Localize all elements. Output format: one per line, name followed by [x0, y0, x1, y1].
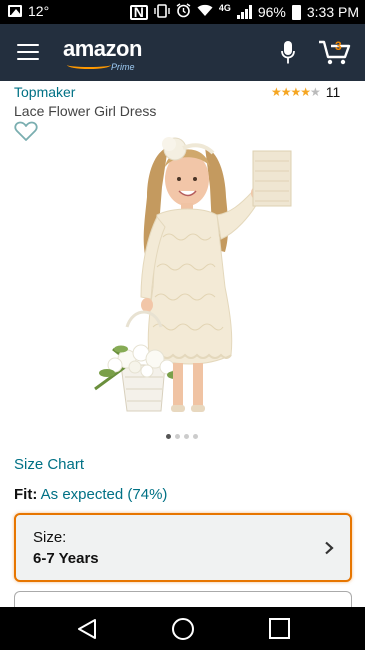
fit-label: Fit: — [14, 486, 38, 503]
recents-icon[interactable] — [269, 618, 290, 639]
size-selector-value: 6-7 Years — [33, 550, 99, 567]
carousel-dot[interactable] — [175, 434, 180, 439]
rating-stars: ★★★★★ — [271, 85, 321, 99]
home-icon[interactable] — [172, 618, 194, 640]
carousel-dot[interactable] — [184, 434, 189, 439]
carousel-dot[interactable] — [166, 434, 171, 439]
logo-prime: Prime — [111, 62, 135, 72]
system-nav-bar — [0, 607, 365, 650]
logo-smile — [67, 61, 111, 69]
app-header: amazon Prime 3 — [0, 24, 365, 81]
network-type: 4G — [218, 3, 231, 13]
image-icon — [8, 5, 22, 17]
clock: 3:33 PM — [306, 4, 359, 20]
fit-info: Fit: As expected (74%) — [14, 486, 167, 503]
menu-icon[interactable] — [17, 44, 39, 60]
fit-value-link[interactable]: As expected (74%) — [41, 486, 168, 503]
size-selector[interactable]: Size: 6-7 Years — [14, 513, 352, 582]
rating[interactable]: ★★★★★ 11 — [271, 84, 340, 100]
temperature: 12° — [28, 3, 50, 19]
battery-icon — [291, 4, 301, 20]
cart-count: 3 — [335, 39, 342, 53]
product-image[interactable] — [85, 127, 295, 417]
size-chart-link[interactable]: Size Chart — [14, 456, 84, 473]
status-bar: 12° N 4G 96% 3:33 PM — [0, 0, 365, 24]
product-title: Lace Flower Girl Dress — [14, 103, 157, 119]
amazon-logo[interactable]: amazon Prime — [63, 36, 142, 73]
wifi-icon — [197, 4, 213, 20]
battery-percent: 96% — [257, 4, 286, 20]
alarm-icon — [176, 3, 191, 21]
carousel-dot[interactable] — [193, 434, 198, 439]
back-icon[interactable] — [76, 618, 98, 640]
microphone-icon[interactable] — [281, 40, 295, 66]
brand-link[interactable]: Topmaker — [14, 84, 75, 100]
logo-text: amazon — [63, 36, 142, 61]
size-selector-label: Size: — [33, 529, 67, 546]
signal-icon — [236, 5, 252, 19]
rating-count: 11 — [325, 84, 341, 100]
vibrate-icon — [154, 3, 170, 21]
heart-icon[interactable] — [14, 120, 38, 142]
nfc-icon: N — [129, 4, 148, 20]
image-carousel-dots[interactable] — [166, 434, 198, 439]
chevron-right-icon — [325, 541, 334, 555]
